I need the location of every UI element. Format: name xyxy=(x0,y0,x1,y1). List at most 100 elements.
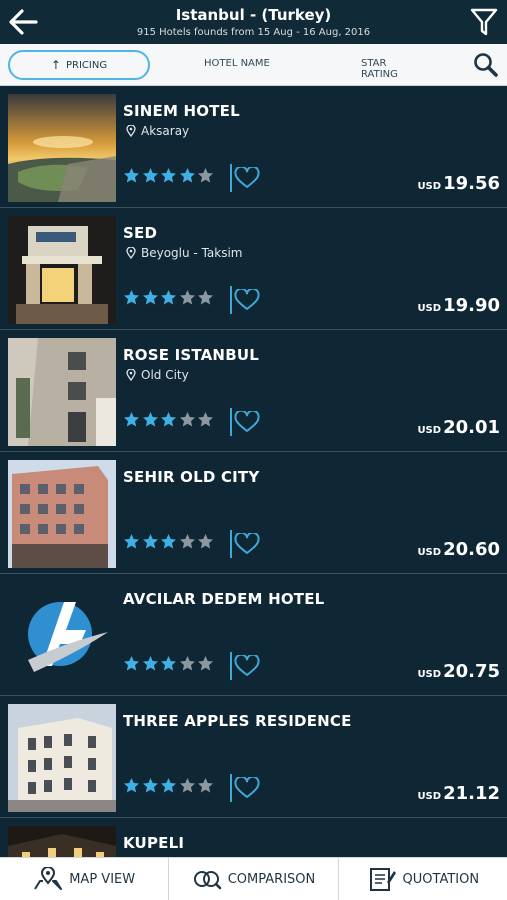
star-empty-icon xyxy=(198,168,213,183)
price-value: 20.60 xyxy=(443,539,500,560)
quotation-icon xyxy=(369,868,396,891)
quotation-label: QUOTATION xyxy=(402,871,480,887)
divider xyxy=(230,408,232,436)
sort-up-arrow-icon: ↑ xyxy=(50,58,61,72)
currency-label: USD xyxy=(417,547,442,558)
favorite-button[interactable] xyxy=(234,653,260,677)
search-button[interactable] xyxy=(473,52,499,78)
star-filled-icon xyxy=(161,290,176,305)
star-filled-icon xyxy=(142,168,158,183)
star-empty-icon xyxy=(179,290,195,305)
hotel-row[interactable]: SED Beyoglu - Taksim USD 19.90 xyxy=(0,208,507,330)
app-header: Istanbul - (Turkey) 915 Hotels founds fr… xyxy=(0,0,507,44)
map-pin-icon xyxy=(34,867,63,890)
star-filled-icon xyxy=(161,412,176,427)
sort-pricing-tab[interactable]: ↑ PRICING xyxy=(8,50,150,80)
back-arrow-icon xyxy=(9,9,38,35)
hotel-name: SED xyxy=(123,224,158,242)
star-filled-icon xyxy=(161,168,176,183)
heart-icon xyxy=(234,653,260,676)
star-rating xyxy=(123,655,216,672)
filter-button[interactable] xyxy=(469,6,499,38)
sort-bar: ↑ PRICING HOTEL NAME STAR RATING xyxy=(0,44,507,86)
hotel-photo xyxy=(8,216,116,324)
price-value: 19.56 xyxy=(443,173,500,194)
hotel-location-label: Old City xyxy=(141,368,189,382)
favorite-button[interactable] xyxy=(234,287,260,311)
hotel-list[interactable]: SINEM HOTEL Aksaray USD 19.56 SED Beyogl… xyxy=(0,86,507,857)
price-value: 21.12 xyxy=(443,783,500,804)
heart-icon xyxy=(234,531,260,554)
hotel-row[interactable]: KUPELI xyxy=(0,818,507,857)
hotel-price: USD 19.90 xyxy=(417,295,500,316)
heart-icon xyxy=(234,409,260,432)
star-filled-icon xyxy=(124,656,139,671)
divider xyxy=(230,774,232,802)
favorite-button[interactable] xyxy=(234,531,260,555)
divider xyxy=(230,652,232,680)
hotel-price: USD 20.60 xyxy=(417,539,500,560)
search-icon xyxy=(474,53,498,77)
star-filled-icon xyxy=(161,534,176,549)
star-empty-icon xyxy=(179,778,195,793)
sort-star-rating-tab[interactable]: STAR RATING xyxy=(361,58,398,80)
hotel-row[interactable]: SINEM HOTEL Aksaray USD 19.56 xyxy=(0,86,507,208)
hotel-photo xyxy=(8,94,116,202)
sort-hotel-name-tab[interactable]: HOTEL NAME xyxy=(204,58,270,69)
favorite-button[interactable] xyxy=(234,165,260,189)
bottom-toolbar: MAP VIEW COMPARISON QUOTATION xyxy=(0,857,507,900)
page-subtitle: 915 Hotels founds from 15 Aug - 16 Aug, … xyxy=(136,27,371,38)
star-empty-icon xyxy=(179,656,195,671)
currency-label: USD xyxy=(417,303,442,314)
star-filled-icon xyxy=(161,656,176,671)
star-rating xyxy=(123,167,216,184)
hotel-row[interactable]: ROSE ISTANBUL Old City USD 20.01 xyxy=(0,330,507,452)
hotel-price: USD 19.56 xyxy=(417,173,500,194)
comparison-button[interactable]: COMPARISON xyxy=(169,858,339,900)
favorite-button[interactable] xyxy=(234,775,260,799)
divider xyxy=(230,530,232,558)
hotel-name: KUPELI xyxy=(123,834,185,852)
star-rating xyxy=(123,411,216,428)
favorite-button[interactable] xyxy=(234,409,260,433)
hotel-logo xyxy=(8,582,116,690)
hotel-photo xyxy=(8,338,116,446)
star-filled-icon xyxy=(124,412,139,427)
comparison-label: COMPARISON xyxy=(227,871,316,887)
star-filled-icon xyxy=(142,534,158,549)
star-filled-icon xyxy=(124,290,139,305)
star-filled-icon xyxy=(142,412,158,427)
hotel-name: THREE APPLES RESIDENCE xyxy=(123,712,352,730)
star-empty-icon xyxy=(198,656,213,671)
hotel-photo xyxy=(8,826,116,857)
hotel-name: AVCILAR DEDEM HOTEL xyxy=(123,590,325,608)
quotation-button[interactable]: QUOTATION xyxy=(339,858,507,900)
hotel-row[interactable]: THREE APPLES RESIDENCE USD 21.12 xyxy=(0,696,507,818)
hotel-location-label: Beyoglu - Taksim xyxy=(141,246,243,260)
star-empty-icon xyxy=(179,412,195,427)
back-button[interactable] xyxy=(6,6,40,38)
heart-icon xyxy=(234,165,260,188)
hotel-row[interactable]: SEHIR OLD CITY USD 20.60 xyxy=(0,452,507,574)
star-filled-icon xyxy=(142,656,158,671)
comparison-icon xyxy=(193,871,222,890)
currency-label: USD xyxy=(417,791,442,802)
hotel-row[interactable]: AVCILAR DEDEM HOTEL USD 20.75 xyxy=(0,574,507,696)
star-filled-icon xyxy=(161,778,176,793)
currency-label: USD xyxy=(417,669,442,680)
sort-pricing-label: PRICING xyxy=(65,59,108,71)
heart-icon xyxy=(234,287,260,310)
star-empty-icon xyxy=(179,534,195,549)
star-empty-icon xyxy=(198,290,213,305)
star-rating xyxy=(123,533,216,550)
hotel-location: Old City xyxy=(126,368,189,382)
star-filled-icon xyxy=(124,168,139,183)
map-view-button[interactable]: MAP VIEW xyxy=(0,858,170,900)
location-pin-icon xyxy=(126,125,136,137)
location-pin-icon xyxy=(126,369,136,381)
currency-label: USD xyxy=(417,181,442,192)
star-empty-icon xyxy=(198,412,213,427)
filter-icon xyxy=(470,8,498,36)
hotel-location: Aksaray xyxy=(126,124,189,138)
star-filled-icon xyxy=(124,534,139,549)
